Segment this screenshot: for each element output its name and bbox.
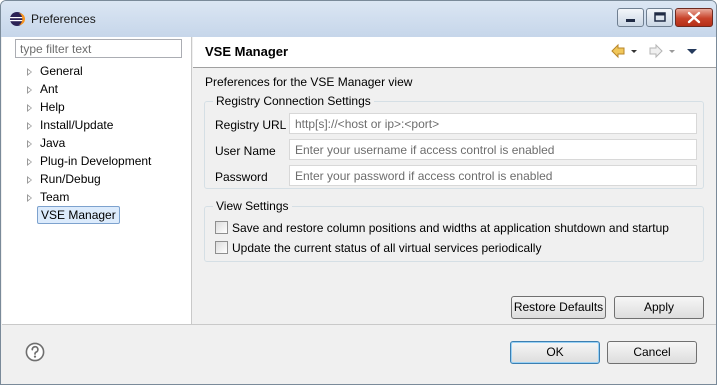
ok-button[interactable]: OK (510, 341, 600, 364)
save-columns-checkbox[interactable] (215, 221, 228, 234)
button-bar-separator (2, 324, 716, 325)
window-title: Preferences (31, 12, 96, 26)
minimize-icon (626, 19, 635, 22)
maximize-button[interactable] (646, 8, 673, 27)
tree-item-ant[interactable]: Ant (2, 81, 192, 99)
tree-item-plugin-development[interactable]: Plug-in Development (2, 153, 192, 171)
restore-defaults-button[interactable]: Restore Defaults (511, 296, 606, 319)
tree-item-label: VSE Manager (37, 206, 120, 224)
registry-url-label: Registry URL (215, 118, 287, 132)
back-history-dropdown-icon[interactable] (629, 43, 639, 59)
forward-history-dropdown-icon[interactable] (667, 43, 677, 59)
tree-item-general[interactable]: General (2, 63, 192, 81)
tree-item-run-debug[interactable]: Run/Debug (2, 171, 192, 189)
tree-item-vse-manager[interactable]: VSE Manager (2, 206, 192, 225)
view-settings-group: View Settings Save and restore column po… (204, 199, 704, 262)
password-input[interactable] (289, 165, 697, 186)
filter-input[interactable] (15, 39, 182, 58)
expand-arrow-icon[interactable] (27, 140, 32, 148)
tree-item-install-update[interactable]: Install/Update (2, 117, 192, 135)
expand-arrow-icon[interactable] (27, 194, 32, 202)
tree-item-label: General (40, 64, 83, 78)
tree-item-label: Java (40, 136, 66, 150)
eclipse-icon (10, 12, 25, 26)
tree-item-label: Team (40, 190, 70, 204)
close-icon (687, 11, 701, 24)
password-label: Password (215, 170, 268, 184)
vse-manager-page: Preferences for the VSE Manager view Reg… (193, 68, 716, 324)
expand-arrow-icon[interactable] (27, 176, 32, 184)
tree-item-help[interactable]: Help (2, 99, 192, 117)
tree-item-label: Ant (40, 82, 59, 96)
page-title: VSE Manager (205, 44, 289, 59)
tree-item-team[interactable]: Team (2, 189, 192, 207)
apply-button[interactable]: Apply (614, 296, 704, 319)
expand-arrow-icon[interactable] (27, 86, 32, 94)
forward-arrow-icon[interactable] (648, 43, 664, 59)
back-arrow-icon[interactable] (610, 43, 626, 59)
tree-item-java[interactable]: Java (2, 135, 192, 153)
title-bar: Preferences (1, 1, 716, 37)
expand-arrow-icon[interactable] (27, 158, 32, 166)
minimize-button[interactable] (617, 8, 644, 27)
tree-item-label: Help (40, 100, 65, 114)
page-header: VSE Manager (193, 37, 716, 67)
user-name-label: User Name (215, 144, 276, 158)
help-icon[interactable] (25, 342, 45, 362)
preferences-window: Preferences General (0, 0, 717, 385)
cancel-button[interactable]: Cancel (607, 341, 697, 364)
preferences-tree-panel: General Ant Help Install/Update Java Plu… (2, 37, 192, 324)
expand-arrow-icon[interactable] (27, 68, 32, 76)
maximize-icon (654, 12, 666, 22)
save-columns-label: Save and restore column positions and wi… (232, 221, 669, 235)
group-title: Registry Connection Settings (213, 94, 374, 108)
expand-arrow-icon[interactable] (27, 122, 32, 130)
tree-item-label: Run/Debug (40, 172, 101, 186)
page-description: Preferences for the VSE Manager view (205, 75, 413, 89)
user-name-input[interactable] (289, 139, 697, 160)
registry-connection-group: Registry Connection Settings Registry UR… (204, 94, 704, 189)
update-status-checkbox[interactable] (215, 241, 228, 254)
expand-arrow-icon[interactable] (27, 104, 32, 112)
close-button[interactable] (675, 8, 713, 27)
group-title: View Settings (213, 199, 292, 213)
view-menu-icon[interactable] (685, 43, 699, 59)
tree-item-label: Install/Update (40, 118, 114, 132)
registry-url-input[interactable] (289, 113, 697, 134)
tree-item-label: Plug-in Development (40, 154, 152, 168)
update-status-label: Update the current status of all virtual… (232, 241, 542, 255)
